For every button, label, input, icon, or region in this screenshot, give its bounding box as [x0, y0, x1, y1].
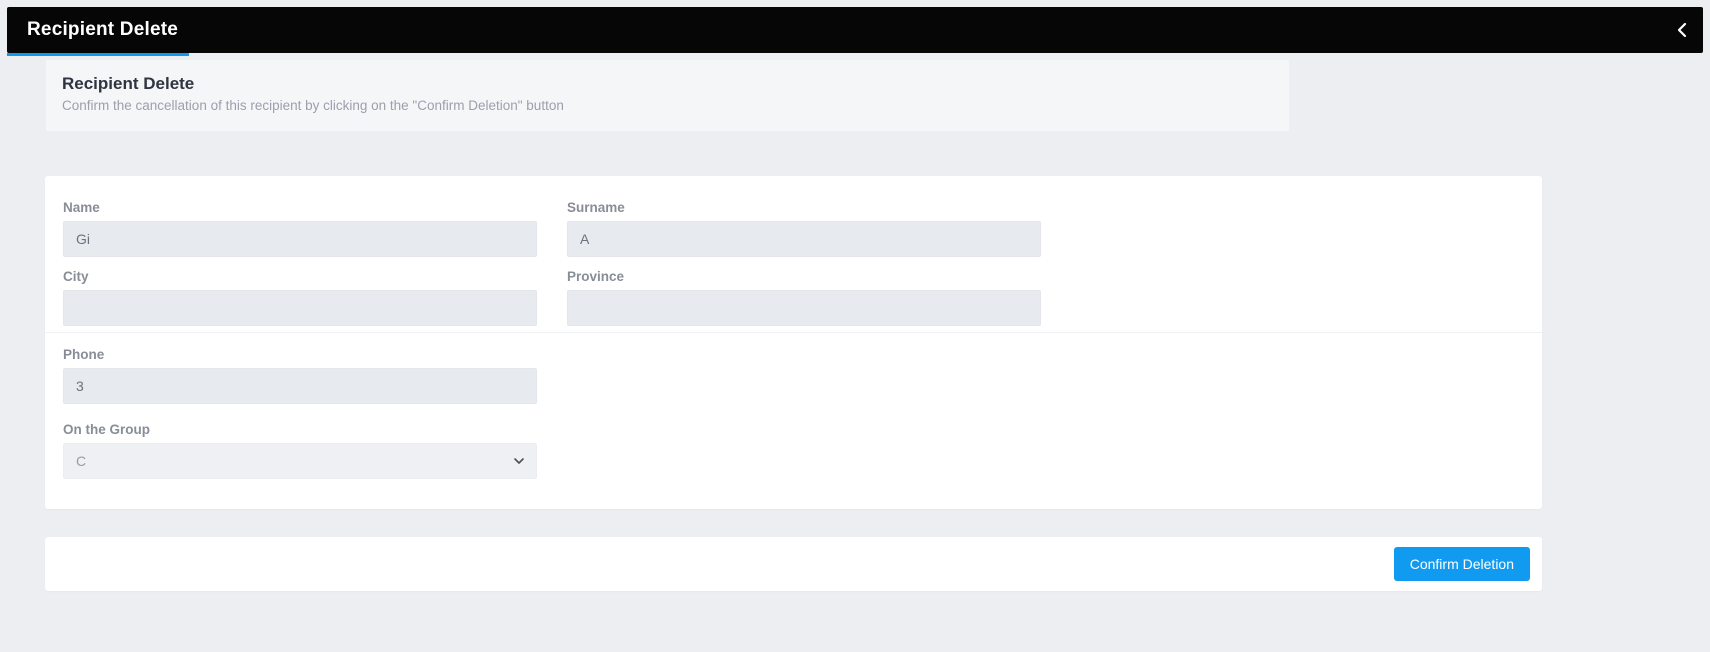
phone-label: Phone — [63, 347, 537, 362]
surname-label: Surname — [567, 200, 1041, 215]
name-field[interactable] — [63, 221, 537, 257]
chevron-left-icon — [1677, 22, 1687, 38]
phone-field[interactable] — [63, 368, 537, 404]
topbar-accent-underline — [7, 53, 189, 56]
subheader-description: Confirm the cancellation of this recipie… — [62, 98, 1273, 113]
recipient-form-card: Name Surname City Province Phone — [45, 176, 1542, 509]
page-title: Recipient Delete — [7, 19, 178, 41]
app-topbar: Recipient Delete — [7, 7, 1703, 53]
back-button[interactable] — [1667, 7, 1697, 53]
province-field[interactable] — [567, 290, 1041, 326]
province-label: Province — [567, 269, 1041, 284]
subheader-card: Recipient Delete Confirm the cancellatio… — [45, 59, 1290, 132]
action-bar: Confirm Deletion — [45, 537, 1542, 591]
subheader-title: Recipient Delete — [62, 74, 1273, 94]
city-field[interactable] — [63, 290, 537, 326]
surname-field[interactable] — [567, 221, 1041, 257]
city-label: City — [63, 269, 537, 284]
group-label: On the Group — [63, 422, 537, 437]
name-label: Name — [63, 200, 537, 215]
confirm-deletion-button[interactable]: Confirm Deletion — [1394, 547, 1530, 581]
form-separator — [45, 332, 1542, 333]
group-select[interactable]: C — [63, 443, 537, 479]
